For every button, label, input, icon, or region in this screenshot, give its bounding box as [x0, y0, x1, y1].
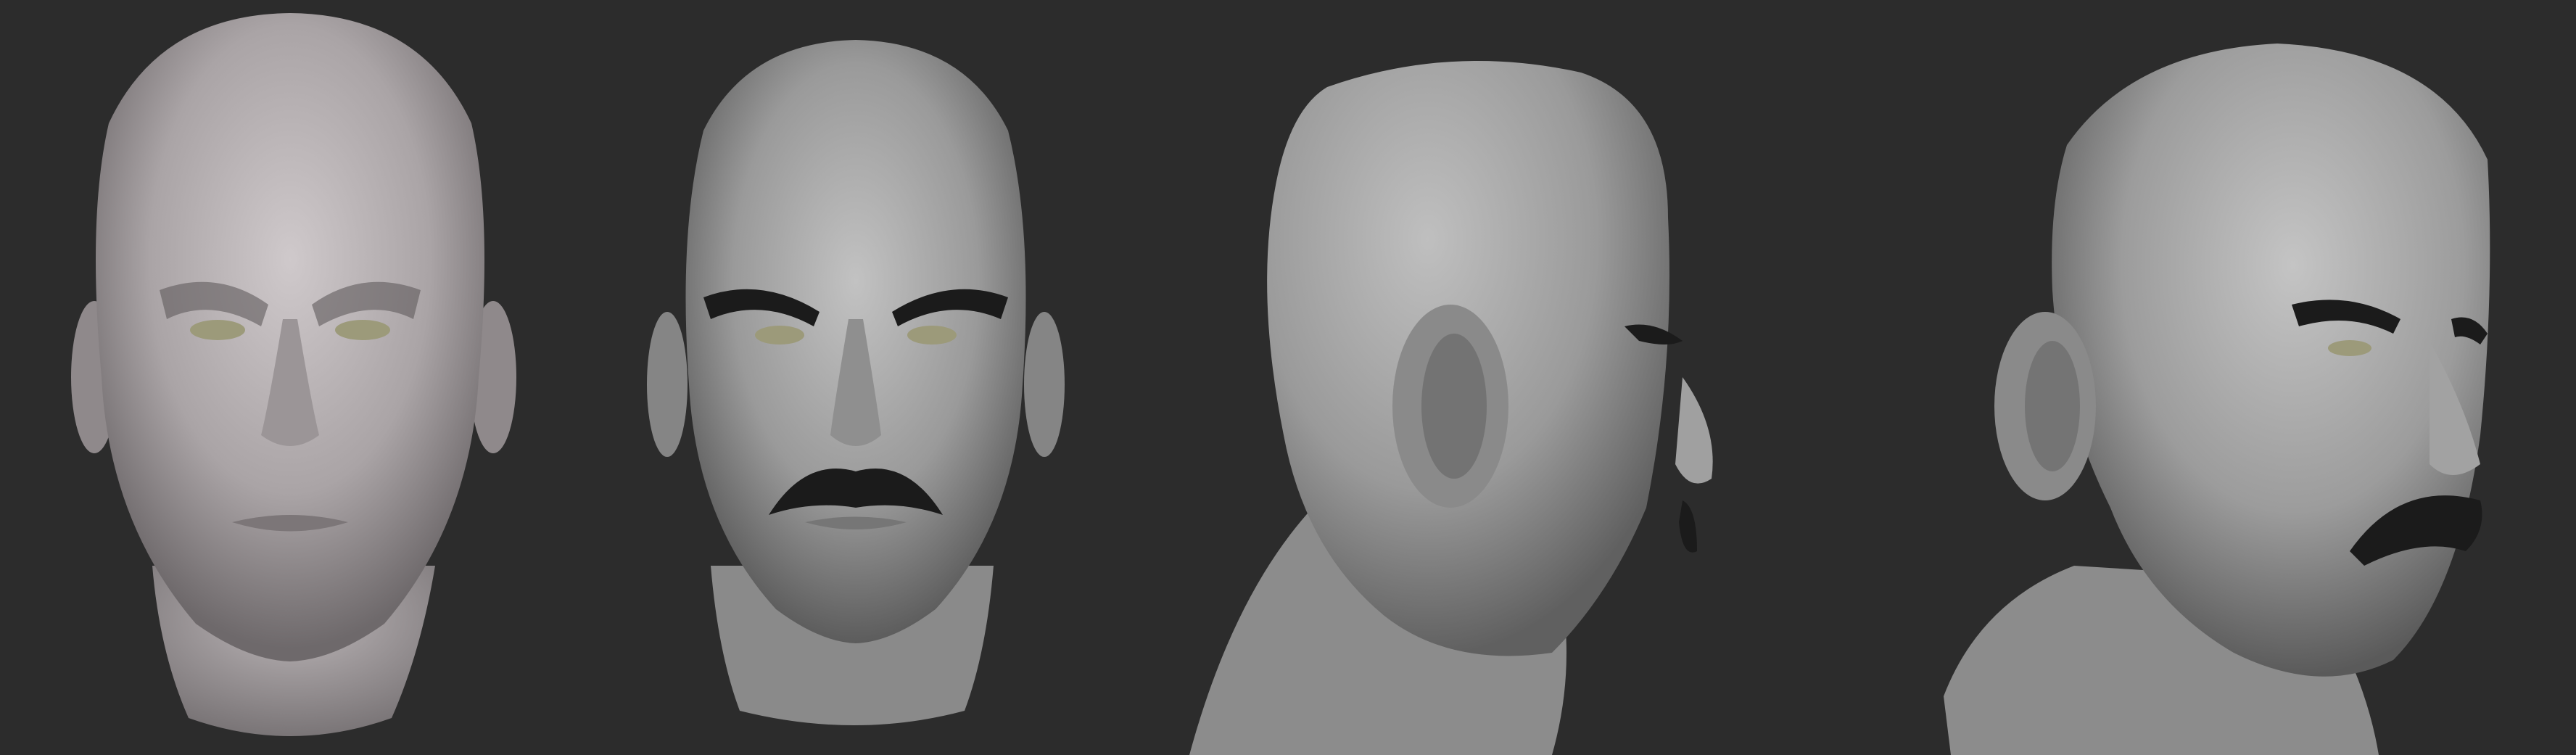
sculpt-render-canvas — [0, 0, 2576, 755]
head-render-front-skin — [44, 0, 537, 755]
head-render-side — [1146, 0, 1784, 755]
head-render-front-mustache — [624, 0, 1088, 755]
head-render-three-quarter — [1929, 0, 2567, 755]
